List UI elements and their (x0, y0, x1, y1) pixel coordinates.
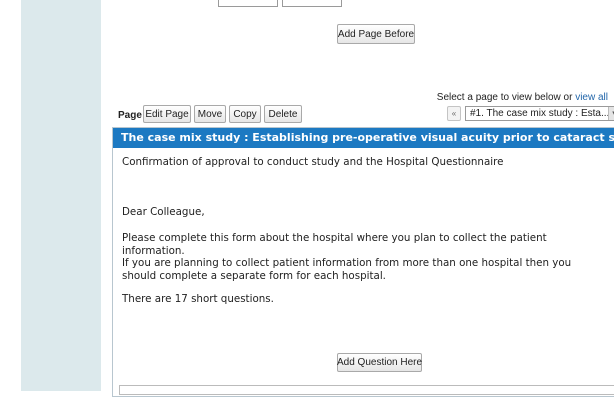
page-title: The case mix study : Establishing pre-op… (113, 128, 614, 148)
previous-page-button[interactable]: « (447, 106, 461, 121)
view-all-link[interactable]: view all (575, 92, 608, 103)
top-button-fragment[interactable] (282, 0, 342, 7)
page-select-dropdown[interactable]: #1. The case mix study : Esta... ▾ (465, 106, 614, 121)
question-container-edge (119, 385, 614, 395)
top-button-fragment[interactable] (218, 0, 278, 7)
add-page-before-button[interactable]: Add Page Before (337, 24, 415, 44)
page-select-instruction: Select a page to view below or view all (437, 92, 608, 103)
move-button[interactable]: Move (194, 105, 226, 123)
add-question-button[interactable]: Add Question Here (337, 353, 422, 372)
instruction-text: Select a page to view below or (436, 92, 576, 103)
multi-hospital-paragraph: If you are planning to collect patient i… (122, 257, 572, 282)
intro-text: Confirmation of approval to conduct stud… (122, 156, 504, 168)
delete-button[interactable]: Delete (264, 105, 302, 123)
selected-page-text: #1. The case mix study : Esta... (470, 108, 610, 119)
copy-button[interactable]: Copy (229, 105, 261, 123)
left-side-panel (21, 0, 101, 391)
edit-page-button[interactable]: Edit Page (143, 105, 191, 123)
question-count-text: There are 17 short questions. (122, 293, 274, 305)
chevron-down-icon: ▾ (608, 107, 614, 120)
salutation-text: Dear Colleague, (122, 206, 205, 218)
instruction-paragraph: Please complete this form about the hosp… (122, 232, 547, 257)
